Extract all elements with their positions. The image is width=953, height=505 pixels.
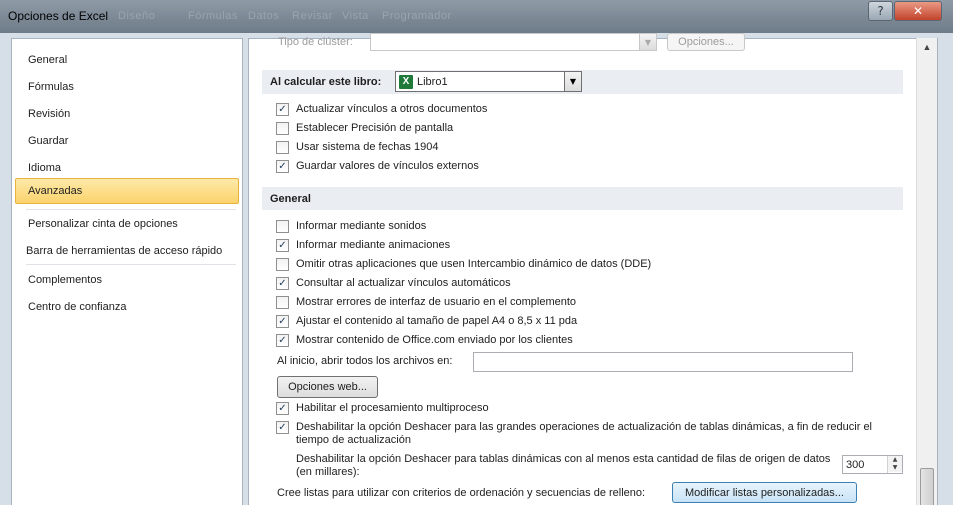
background-ribbon-text: Revisar <box>292 10 333 22</box>
checkbox-label: Mostrar contenido de Office.com enviado … <box>296 334 573 346</box>
checkbox-checked[interactable]: ✓ <box>276 103 289 116</box>
window-title: Opciones de Excel <box>8 9 109 23</box>
checkbox-label: Omitir otras aplicaciones que usen Inter… <box>296 258 652 270</box>
sidebar-item-avanzadas[interactable]: Avanzadas <box>15 178 239 204</box>
checkbox-label: Habilitar el procesamiento multiproceso <box>296 402 489 414</box>
workbook-name: Libro1 <box>417 75 448 88</box>
checkbox[interactable] <box>276 258 289 271</box>
calc-section-title: Al calcular este libro: <box>270 76 382 88</box>
checkbox-label: Informar mediante sonidos <box>296 220 427 232</box>
checkbox-checked[interactable]: ✓ <box>276 315 289 328</box>
checkbox-row[interactable]: Mostrar errores de interfaz de usuario e… <box>276 296 576 309</box>
checkbox[interactable] <box>276 141 289 154</box>
checkbox-checked[interactable]: ✓ <box>276 334 289 347</box>
section-header-general: General <box>262 187 903 210</box>
sidebar-item-barra-acceso-rapido[interactable]: Barra de herramientas de acceso rápido <box>16 239 240 263</box>
close-icon: ✕ <box>912 4 924 18</box>
checkbox-row[interactable]: ✓ Deshabilitar la opción Deshacer para l… <box>276 421 906 447</box>
checkbox-checked[interactable]: ✓ <box>276 160 289 173</box>
custom-lists-label: Cree listas para utilizar con criterios … <box>277 487 646 499</box>
checkbox-label: Ajustar el contenido al tamaño de papel … <box>296 315 578 327</box>
checkbox-label: Mostrar errores de interfaz de usuario e… <box>296 296 577 308</box>
checkbox-label: Consultar al actualizar vínculos automát… <box>296 277 511 289</box>
general-section-title: General <box>270 192 311 205</box>
spin-down-icon[interactable]: ▼ <box>888 464 902 472</box>
startup-folder-label: Al inicio, abrir todos los archivos en: <box>277 355 453 367</box>
scroll-up-icon[interactable]: ▲ <box>917 38 937 56</box>
sidebar-divider <box>26 264 236 265</box>
startup-folder-input[interactable] <box>473 352 853 372</box>
background-ribbon-text: Programador <box>382 10 452 22</box>
cluster-options-button[interactable]: Opciones... <box>667 33 745 51</box>
checkbox-checked[interactable]: ✓ <box>276 402 289 415</box>
checkbox-row[interactable]: ✓ Mostrar contenido de Office.com enviad… <box>276 334 573 347</box>
checkbox-label: Usar sistema de fechas 1904 <box>296 141 439 153</box>
checkbox-row[interactable]: Omitir otras aplicaciones que usen Inter… <box>276 258 651 271</box>
checkbox[interactable] <box>276 122 289 135</box>
spin-buttons[interactable]: ▲ ▼ <box>887 456 902 473</box>
checkbox-row[interactable]: Informar mediante sonidos <box>276 220 426 233</box>
undo-rows-spinner[interactable]: 300 ▲ ▼ <box>842 455 903 474</box>
undo-rows-value: 300 <box>846 458 865 471</box>
help-button[interactable]: ? <box>868 1 893 21</box>
help-icon: ? <box>877 4 884 18</box>
undo-rows-label: Deshabilitar la opción Deshacer para tab… <box>296 453 831 478</box>
vertical-scrollbar[interactable]: ▲ <box>916 38 937 505</box>
sidebar-divider <box>26 209 236 210</box>
cluster-type-dropdown[interactable]: ▼ <box>370 33 657 51</box>
checkbox-row[interactable]: ✓ Ajustar el contenido al tamaño de pape… <box>276 315 577 328</box>
scroll-thumb[interactable] <box>920 468 934 505</box>
sidebar-item-idioma[interactable]: Idioma <box>16 156 240 180</box>
checkbox[interactable] <box>276 296 289 309</box>
cluster-type-label: Tipo de clúster: <box>278 36 353 48</box>
sidebar-item-centro-confianza[interactable]: Centro de confianza <box>16 295 240 319</box>
background-ribbon-text: Fórmulas <box>188 10 238 22</box>
checkbox-label: Deshabilitar la opción Deshacer para las… <box>296 421 873 446</box>
sidebar: General Fórmulas Revisión Guardar Idioma… <box>11 38 243 505</box>
checkbox-row[interactable]: ✓ Actualizar vínculos a otros documentos <box>276 103 487 116</box>
checkbox-row[interactable]: Establecer Precisión de pantalla <box>276 122 453 135</box>
checkbox-checked[interactable]: ✓ <box>276 421 289 434</box>
checkbox-label: Actualizar vínculos a otros documentos <box>296 103 488 115</box>
chevron-down-icon: ▼ <box>639 34 656 50</box>
sidebar-item-personalizar-cinta[interactable]: Personalizar cinta de opciones <box>16 212 240 236</box>
checkbox-row[interactable]: Usar sistema de fechas 1904 <box>276 141 438 154</box>
checkbox-checked[interactable]: ✓ <box>276 239 289 252</box>
excel-workbook-icon: X <box>399 74 413 89</box>
workbook-dropdown[interactable]: X Libro1 ▼ <box>395 71 582 92</box>
checkbox-label: Guardar valores de vínculos externos <box>296 160 479 172</box>
checkbox-row[interactable]: ✓ Informar mediante animaciones <box>276 239 450 252</box>
background-ribbon-text: Datos <box>248 10 280 22</box>
section-header-calc: Al calcular este libro: <box>262 70 903 94</box>
checkbox-checked[interactable]: ✓ <box>276 277 289 290</box>
checkbox-label: Establecer Precisión de pantalla <box>296 122 454 134</box>
background-ribbon-text: Vista <box>342 10 369 22</box>
sidebar-item-revision[interactable]: Revisión <box>16 102 240 126</box>
sidebar-item-formulas[interactable]: Fórmulas <box>16 75 240 99</box>
checkbox-row[interactable]: ✓ Habilitar el procesamiento multiproces… <box>276 402 489 415</box>
chevron-down-icon: ▼ <box>564 72 581 91</box>
sidebar-item-guardar[interactable]: Guardar <box>16 129 240 153</box>
checkbox-row[interactable]: ✓ Guardar valores de vínculos externos <box>276 160 479 173</box>
sidebar-item-complementos[interactable]: Complementos <box>16 268 240 292</box>
title-bar: Opciones de Excel Diseño Fórmulas Datos … <box>0 0 953 33</box>
edit-custom-lists-button[interactable]: Modificar listas personalizadas... <box>672 482 857 503</box>
background-ribbon-text: Diseño <box>118 10 156 22</box>
spin-up-icon[interactable]: ▲ <box>888 456 902 464</box>
sidebar-item-general[interactable]: General <box>16 48 240 72</box>
web-options-button[interactable]: Opciones web... <box>277 376 378 398</box>
checkbox-row[interactable]: ✓ Consultar al actualizar vínculos autom… <box>276 277 511 290</box>
checkbox[interactable] <box>276 220 289 233</box>
checkbox-label: Informar mediante animaciones <box>296 239 451 251</box>
close-button[interactable]: ✕ <box>894 1 942 21</box>
